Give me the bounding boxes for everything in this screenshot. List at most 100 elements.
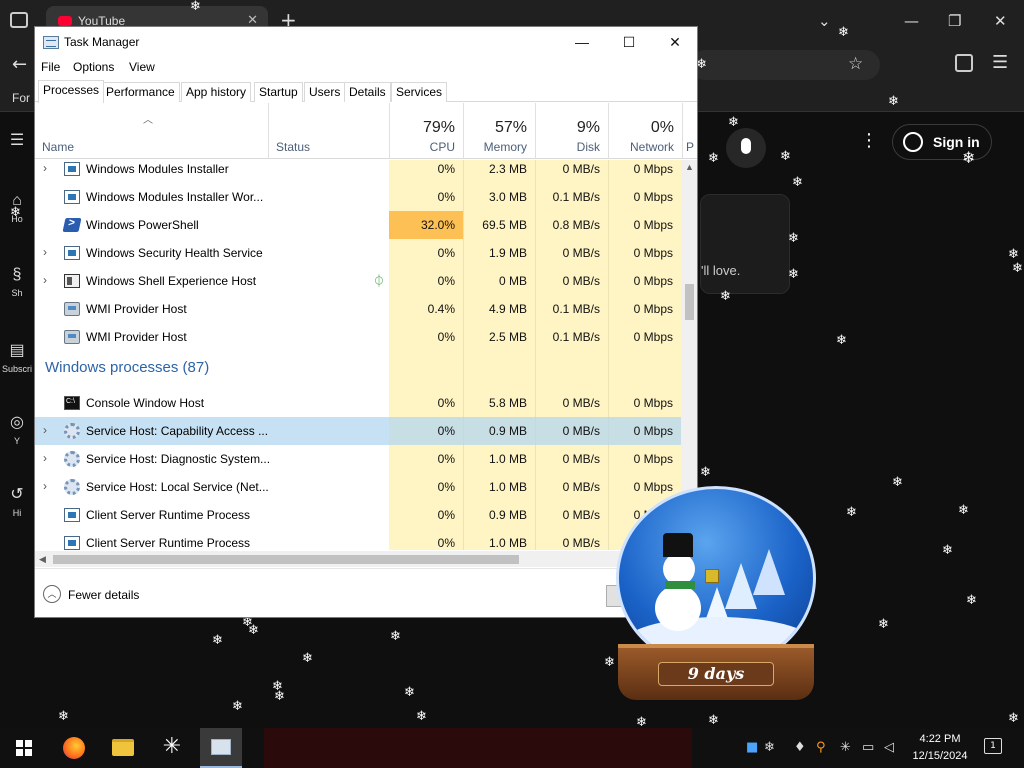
- bookmark-item[interactable]: For: [12, 91, 30, 105]
- sidebar-item-shorts[interactable]: § Sh: [0, 266, 34, 298]
- tab-services[interactable]: Services: [391, 82, 448, 102]
- network-total: 0%: [650, 119, 674, 136]
- sidebar-item-history[interactable]: ↺ Hi: [0, 484, 34, 518]
- snowflake-icon: ❄: [966, 593, 977, 608]
- expand-chevron-icon[interactable]: ›: [43, 423, 47, 437]
- taskbar-clock[interactable]: 4:22 PM 12/15/2024: [912, 731, 968, 765]
- volume-icon[interactable]: ◁: [884, 740, 894, 755]
- voice-search-button[interactable]: [726, 128, 766, 168]
- process-row[interactable]: › Service Host: Local Service (Net... 0% 1.…: [35, 473, 681, 501]
- network-value: 0 Mbps: [633, 396, 673, 410]
- expand-chevron-icon[interactable]: ›: [43, 245, 47, 259]
- process-row[interactable]: › Windows Shell Experience Host 0% 0 MB 0 MB…: [35, 267, 681, 295]
- notification-icon[interactable]: 1: [984, 738, 1002, 754]
- tab-startup[interactable]: Startup: [254, 82, 303, 102]
- column-name[interactable]: Name: [35, 103, 268, 159]
- extensions-icon[interactable]: [955, 54, 973, 72]
- column-cpu[interactable]: 79% CPU: [389, 103, 463, 159]
- maximize-button[interactable]: ☐: [606, 27, 652, 58]
- process-row[interactable]: › Windows Modules Installer 0% 2.3 MB 0 MB/s…: [35, 160, 681, 183]
- process-row[interactable]: Client Server Runtime Process 0% 1.0 MB 0 M…: [35, 529, 681, 550]
- minimize-icon[interactable]: —: [904, 12, 919, 30]
- expand-chevron-icon[interactable]: ›: [43, 273, 47, 287]
- process-name: Service Host: Capability Access ...: [86, 424, 269, 438]
- tray-blue-square-icon[interactable]: ■: [746, 740, 758, 755]
- back-arrow-icon[interactable]: ←: [12, 54, 27, 75]
- tab-users[interactable]: Users: [304, 82, 346, 102]
- expand-chevron-icon[interactable]: ›: [43, 451, 47, 465]
- firefox-icon: [63, 737, 85, 759]
- process-name: Service Host: Local Service (Net...: [86, 480, 269, 494]
- snowflake-icon: ❄: [836, 333, 847, 348]
- tab-app-history[interactable]: App history: [181, 82, 252, 102]
- windows-start-icon[interactable]: [16, 740, 32, 756]
- sidebar-item-you[interactable]: ◎ Y: [0, 412, 34, 446]
- taskbar-snowflake-app[interactable]: ✳: [151, 728, 193, 768]
- column-power[interactable]: P: [682, 103, 697, 159]
- snowflake-icon: ❄: [728, 115, 739, 130]
- tray-globe-icon[interactable]: ❄: [764, 740, 775, 755]
- task-manager-titlebar[interactable]: Task Manager — ☐ ✕: [35, 27, 697, 58]
- column-disk[interactable]: 9% Disk: [535, 103, 608, 159]
- window-app-icon: [64, 246, 80, 260]
- process-name: Client Server Runtime Process: [86, 508, 251, 522]
- fewer-details-link[interactable]: Fewer details: [68, 588, 139, 602]
- expand-chevron-icon[interactable]: ›: [43, 479, 47, 493]
- tab-list-icon[interactable]: [10, 12, 28, 28]
- scroll-up-icon[interactable]: ▲: [685, 162, 694, 172]
- scroll-left-icon[interactable]: ◀: [39, 554, 46, 565]
- horizontal-scrollbar[interactable]: ◀: [35, 551, 681, 567]
- tab-performance[interactable]: Performance: [101, 82, 180, 102]
- hamburger-menu-icon[interactable]: ☰: [0, 130, 34, 150]
- tab-processes[interactable]: Processes: [38, 80, 105, 103]
- memory-value: 3.0 MB: [488, 190, 527, 204]
- sidebar-item-label: Hi: [12, 508, 22, 518]
- wmi-icon: [64, 302, 80, 316]
- bookmark-star-icon[interactable]: ☆: [848, 54, 863, 74]
- vertical-scroll-thumb[interactable]: [685, 284, 694, 320]
- group-header-windows-processes[interactable]: Windows processes (87): [45, 359, 209, 376]
- process-row[interactable]: Windows PowerShell 32.0% 69.5 MB 0.8 MB/s 0 …: [35, 211, 681, 239]
- sign-in-button[interactable]: Sign in: [892, 124, 992, 160]
- process-row[interactable]: WMI Provider Host 0% 2.5 MB 0.1 MB/s 0 Mbps: [35, 323, 681, 351]
- taskbar-firefox[interactable]: [52, 728, 94, 768]
- menu-options[interactable]: Options: [73, 60, 114, 74]
- tray-snowflake-icon[interactable]: ✳: [840, 740, 851, 755]
- chevron-up-icon[interactable]: ︿: [43, 585, 61, 603]
- menu-view[interactable]: View: [129, 60, 155, 74]
- process-name: Windows Modules Installer: [86, 162, 229, 176]
- network-icon[interactable]: ▭: [862, 740, 874, 755]
- tray-search-icon[interactable]: ⚲: [816, 740, 826, 755]
- process-row[interactable]: › Service Host: Diagnostic System... 0% 1.0…: [35, 445, 681, 473]
- network-value: 0 Mbps: [633, 452, 673, 466]
- process-row[interactable]: Console Window Host 0% 5.8 MB 0 MB/s 0 Mbps: [35, 389, 681, 417]
- tab-details[interactable]: Details: [344, 82, 391, 102]
- minimize-button[interactable]: —: [559, 27, 605, 58]
- column-network[interactable]: 0% Network: [608, 103, 682, 159]
- process-row[interactable]: › Service Host: Capability Access ... 0% 0.…: [35, 417, 681, 445]
- taskbar-file-explorer[interactable]: [102, 728, 144, 768]
- close-icon[interactable]: ✕: [994, 12, 1007, 30]
- restore-icon[interactable]: ❐: [948, 12, 961, 30]
- task-manager-footer: ︿ Fewer details: [35, 568, 697, 617]
- menu-file[interactable]: File: [41, 60, 60, 74]
- chevron-down-icon[interactable]: ⌄: [818, 12, 831, 30]
- process-row[interactable]: › Windows Security Health Service 0% 1.9 MB…: [35, 239, 681, 267]
- process-row[interactable]: Client Server Runtime Process 0% 0.9 MB 0 M…: [35, 501, 681, 529]
- expand-chevron-icon[interactable]: ›: [43, 161, 47, 175]
- horizontal-scroll-thumb[interactable]: [53, 555, 519, 564]
- tray-drop-icon[interactable]: ♦: [794, 740, 806, 755]
- tree-icon: [753, 549, 785, 595]
- process-row[interactable]: Windows Modules Installer Wor... 0% 3.0 MB…: [35, 183, 681, 211]
- more-options-icon[interactable]: ⋮: [860, 130, 878, 151]
- menu-icon[interactable]: ☰: [992, 52, 1008, 73]
- taskbar-task-manager[interactable]: [200, 728, 242, 768]
- column-memory[interactable]: 57% Memory: [463, 103, 535, 159]
- column-status[interactable]: Status: [268, 103, 389, 159]
- close-button[interactable]: ✕: [652, 27, 697, 58]
- snowflake-icon: ❄: [708, 151, 719, 166]
- sidebar-item-subscriptions[interactable]: ▤ Subscri: [0, 340, 34, 374]
- taskbar-wallpaper-strip: [264, 728, 692, 768]
- process-row[interactable]: WMI Provider Host 0.4% 4.9 MB 0.1 MB/s 0 Mbp…: [35, 295, 681, 323]
- snowflake-icon: ❄: [780, 149, 791, 164]
